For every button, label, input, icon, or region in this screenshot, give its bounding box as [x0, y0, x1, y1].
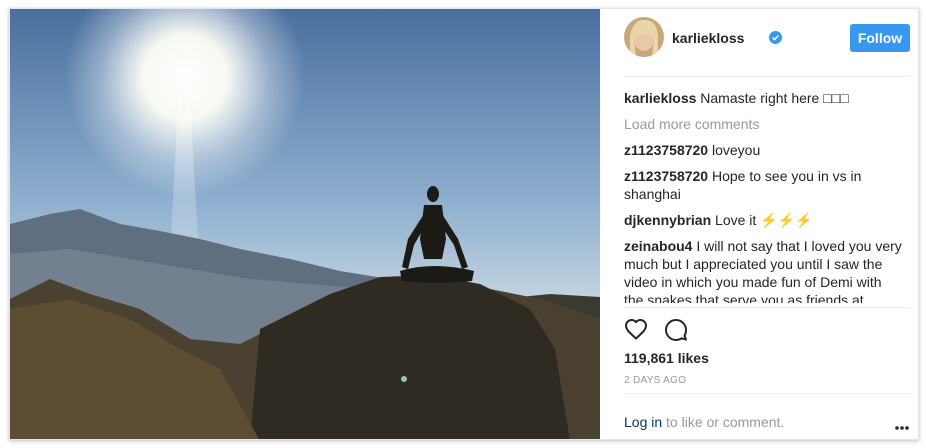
caption-author[interactable]: karliekloss [624, 90, 696, 106]
comment-icon[interactable] [664, 318, 688, 342]
post-photo[interactable] [10, 9, 600, 439]
post-footer: Log in to like or comment. [624, 393, 910, 439]
load-more-comments-link[interactable]: Load more comments [624, 115, 902, 133]
comment-author[interactable]: zeinabou4 [624, 238, 692, 254]
comment-author[interactable]: z1123758720 [624, 142, 708, 158]
comment-item: zeinabou4 I will not say that I loved yo… [624, 237, 902, 303]
comment-text: Love it ⚡⚡⚡ [715, 212, 813, 228]
comment-item: z1123758720 loveyou [624, 141, 902, 159]
post-dialog: karliekloss Follow karliekloss Namaste r… [9, 8, 919, 440]
likes-count[interactable]: 119,861 likes [624, 350, 709, 366]
username[interactable]: karliekloss [672, 30, 744, 46]
avatar[interactable] [624, 17, 664, 57]
caption-text: Namaste right here □□□ [700, 90, 849, 106]
caption: karliekloss Namaste right here □□□ [624, 89, 902, 107]
login-prompt: Log in to like or comment. [624, 414, 784, 430]
verified-badge-icon [769, 31, 782, 44]
comments-list: karliekloss Namaste right here □□□ Load … [624, 89, 902, 303]
post-header: karliekloss Follow [624, 9, 910, 77]
more-options-icon[interactable] [894, 418, 910, 430]
post-timestamp[interactable]: 2 DAYS AGO [624, 375, 686, 386]
comment-author[interactable]: djkennybrian [624, 212, 711, 228]
follow-button[interactable]: Follow [850, 24, 910, 52]
comment-author[interactable]: z1123758720 [624, 168, 708, 184]
comment-item: z1123758720 Hope to see you in vs in sha… [624, 167, 902, 203]
comment-text: loveyou [711, 142, 761, 158]
login-suffix: to like or comment. [662, 414, 785, 430]
login-link[interactable]: Log in [624, 414, 662, 430]
heart-icon[interactable] [624, 318, 648, 340]
meditation-photo [10, 9, 600, 439]
post-sidebar: karliekloss Follow karliekloss Namaste r… [600, 9, 918, 439]
comment-item: djkennybrian Love it ⚡⚡⚡ [624, 211, 902, 229]
